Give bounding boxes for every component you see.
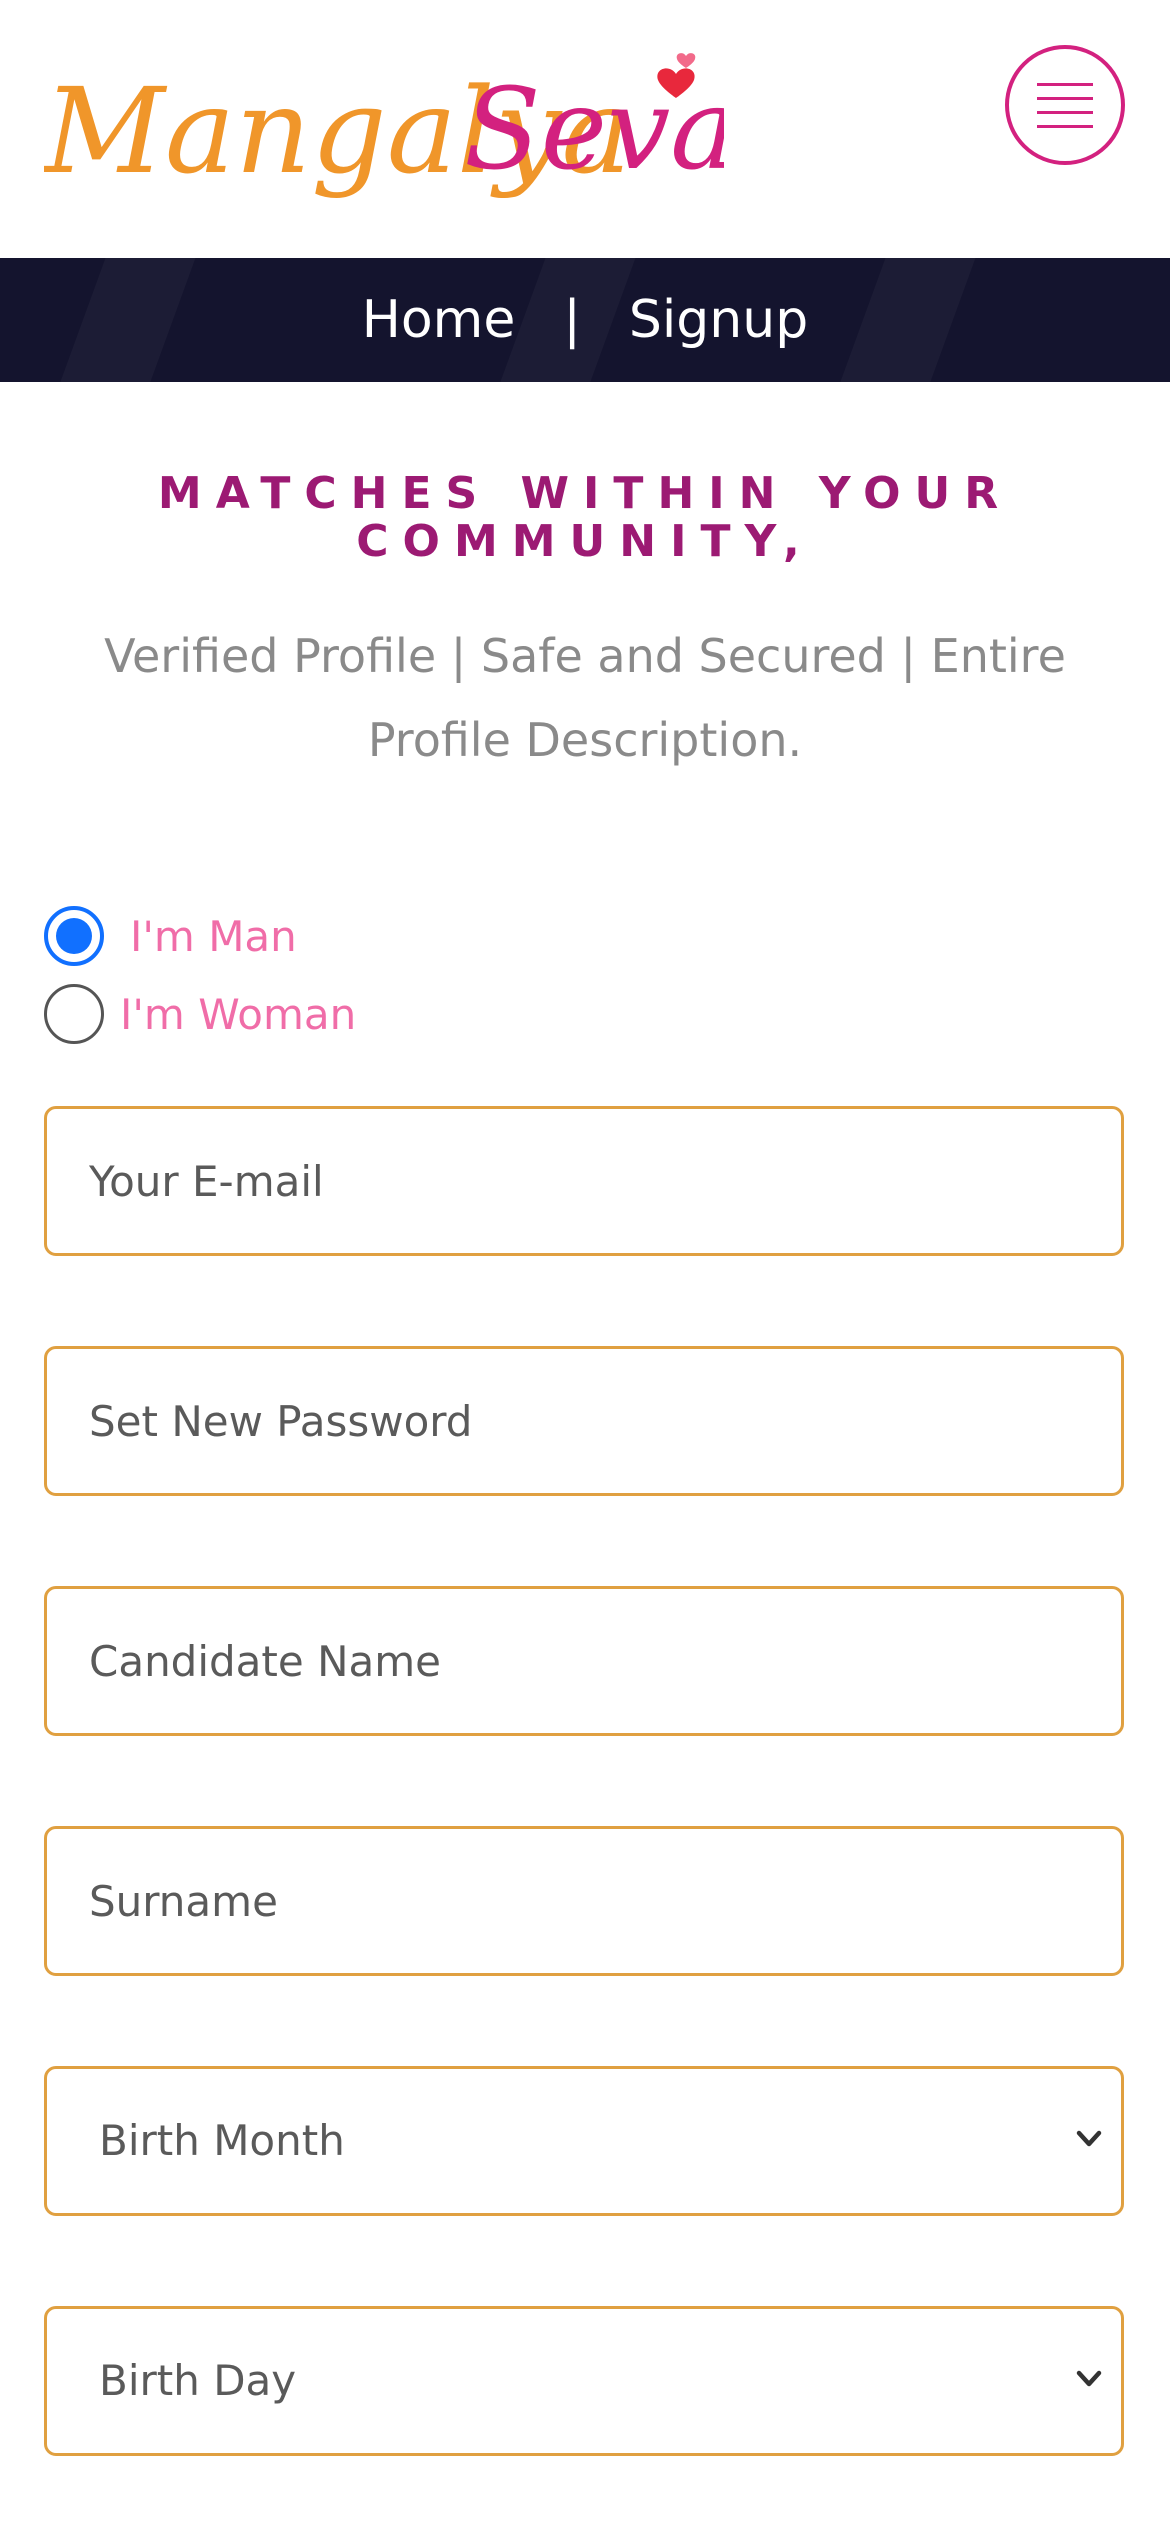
page-subtitle: Verified Profile | Safe and Secured | En… (70, 614, 1100, 782)
chevron-down-icon (1069, 2359, 1109, 2399)
nav-separator: | (563, 290, 581, 350)
site-header: Mangalya Sevai (0, 0, 1170, 258)
hamburger-line (1037, 111, 1093, 114)
candidate-name-input[interactable] (47, 1589, 1121, 1733)
brand-logo[interactable]: Mangalya Sevai (44, 40, 724, 230)
tagline-line-1: MATCHES WITHIN YOUR (157, 468, 1013, 519)
radio-label-man[interactable]: I'm Man (130, 912, 297, 961)
hamburger-line (1037, 125, 1093, 128)
birth-month-value: Birth Month (99, 2116, 345, 2165)
chevron-down-icon (1069, 2119, 1109, 2159)
hamburger-line (1037, 97, 1093, 100)
subtitle-line-2: Profile Description. (367, 713, 803, 767)
page-tagline: MATCHES WITHIN YOUR COMMUNITY, (60, 470, 1110, 566)
gender-option-woman[interactable]: I'm Woman (44, 984, 356, 1044)
nav-signup-link[interactable]: Signup (629, 290, 808, 350)
tagline-line-2: COMMUNITY, (356, 516, 814, 567)
gender-option-man[interactable]: I'm Man (44, 906, 297, 966)
password-field[interactable] (44, 1346, 1124, 1496)
birth-day-select[interactable]: Birth Day (44, 2306, 1124, 2456)
breadcrumb-bar: Home | Signup (0, 258, 1170, 382)
radio-woman[interactable] (44, 984, 104, 1044)
subtitle-line-1: Verified Profile | Safe and Secured | En… (104, 629, 1066, 683)
password-input[interactable] (47, 1349, 1121, 1493)
radio-label-woman[interactable]: I'm Woman (120, 990, 356, 1039)
surname-input[interactable] (47, 1829, 1121, 1973)
logo-graphic: Mangalya Sevai (44, 53, 724, 200)
breadcrumb: Home | Signup (0, 258, 1170, 382)
radio-man[interactable] (44, 906, 104, 966)
candidate-name-field[interactable] (44, 1586, 1124, 1736)
birth-day-value: Birth Day (99, 2356, 297, 2405)
email-field[interactable] (44, 1106, 1124, 1256)
birth-month-select[interactable]: Birth Month (44, 2066, 1124, 2216)
nav-home-link[interactable]: Home (362, 290, 516, 350)
hamburger-menu-icon (1037, 83, 1093, 86)
surname-field[interactable] (44, 1826, 1124, 1976)
menu-button[interactable] (1005, 45, 1125, 165)
email-input[interactable] (47, 1109, 1121, 1253)
